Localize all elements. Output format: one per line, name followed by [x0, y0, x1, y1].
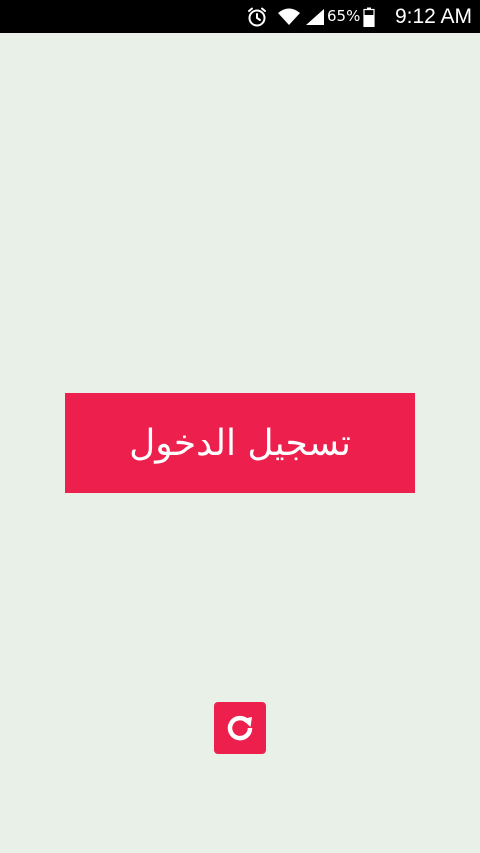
- alarm-icon: [243, 0, 271, 33]
- status-clock: 9:12 AM: [394, 5, 472, 28]
- signal-icon: [304, 0, 326, 33]
- wifi-icon: [275, 0, 303, 33]
- app-body: تسجيل الدخول: [0, 33, 480, 853]
- refresh-icon: [222, 710, 258, 746]
- refresh-button[interactable]: [214, 702, 266, 754]
- battery-icon: [362, 0, 376, 33]
- login-button[interactable]: تسجيل الدخول: [65, 393, 415, 493]
- battery-percent: 65%: [327, 7, 361, 25]
- status-bar: 65% 9:12 AM: [0, 0, 480, 33]
